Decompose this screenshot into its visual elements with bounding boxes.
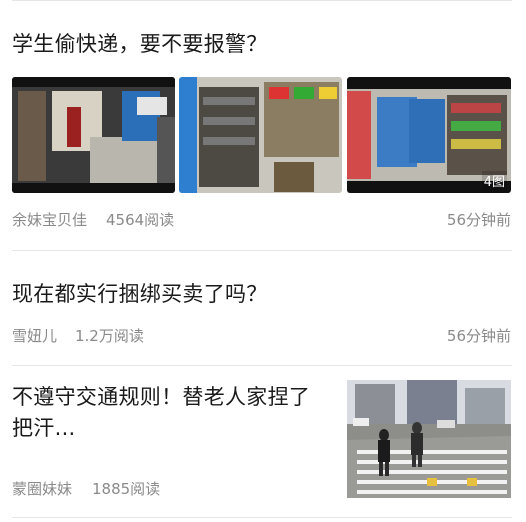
article-title[interactable]: 现在都实行捆绑买卖了吗？ xyxy=(12,279,268,310)
thumbnail-image-2[interactable] xyxy=(179,77,342,193)
publish-time: 56分钟前 xyxy=(446,327,511,345)
read-count: 4564阅读 xyxy=(106,211,175,229)
publish-time: 56分钟前 xyxy=(446,211,511,229)
thumbnail-image-3[interactable]: 4图 xyxy=(347,77,511,193)
author-name[interactable]: 雪妞儿 xyxy=(12,325,57,346)
article-title-line-1: 不遵守交通规则！替老人家捏了 xyxy=(12,385,311,409)
author-name[interactable]: 蒙圈妹妹 xyxy=(12,478,72,499)
author-name[interactable]: 余妹宝贝佳 xyxy=(12,209,87,230)
read-count: 1.2万阅读 xyxy=(75,327,144,345)
divider xyxy=(12,365,512,366)
read-count: 1885阅读 xyxy=(92,480,161,498)
article-thumbnail[interactable] xyxy=(347,380,511,498)
divider xyxy=(12,517,512,518)
article-title[interactable]: 不遵守交通规则！替老人家捏了 把汗... xyxy=(12,382,342,444)
divider-top xyxy=(12,0,512,1)
divider xyxy=(12,250,512,251)
article-title[interactable]: 学生偷快递，要不要报警？ xyxy=(12,29,268,60)
article-title-line-2: 把汗... xyxy=(12,416,76,440)
thumbnail-image-1[interactable] xyxy=(12,77,175,193)
image-count-badge: 4图 xyxy=(481,171,507,190)
